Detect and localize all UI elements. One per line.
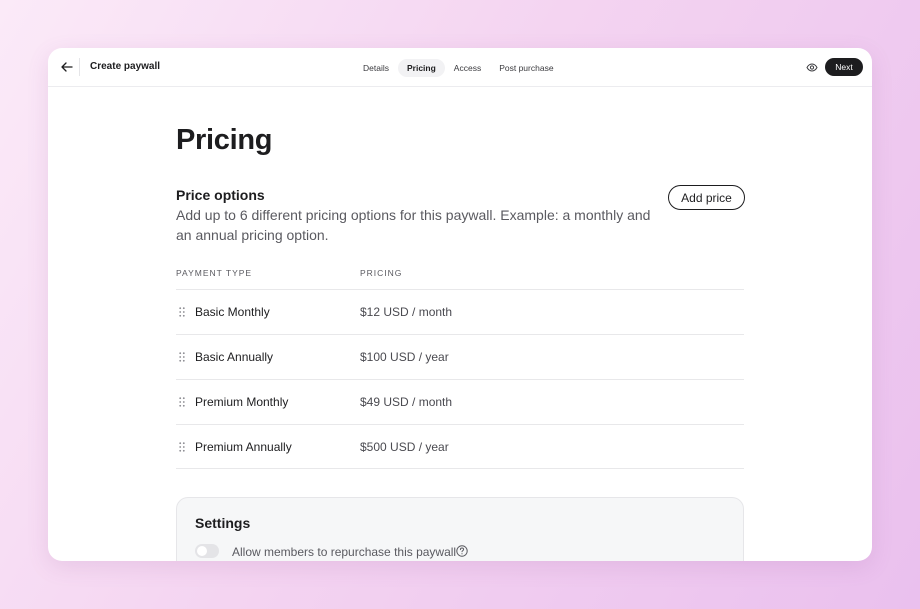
column-header-pricing: PRICING xyxy=(360,268,403,278)
payment-type: Premium Annually xyxy=(195,440,292,454)
price-options-description: Add up to 6 different pricing options fo… xyxy=(176,207,651,243)
table-row[interactable]: Basic Annually $100 USD / year xyxy=(176,334,744,379)
tab-post-purchase[interactable]: Post purchase xyxy=(490,59,562,77)
step-tabs: Details Pricing Access Post purchase xyxy=(354,58,563,77)
header-divider xyxy=(79,58,80,76)
table-row[interactable]: Premium Monthly $49 USD / month xyxy=(176,379,744,424)
price-options-title: Price options xyxy=(176,187,265,203)
tab-details[interactable]: Details xyxy=(354,59,398,77)
drag-handle-icon[interactable] xyxy=(179,442,185,452)
page-header-title: Create paywall xyxy=(90,61,161,72)
next-button[interactable]: Next xyxy=(825,58,863,76)
back-button[interactable] xyxy=(57,57,77,77)
add-price-button[interactable]: Add price xyxy=(668,185,745,210)
payment-type: Premium Monthly xyxy=(195,395,289,409)
arrow-left-icon xyxy=(61,62,73,72)
price-value: $49 USD / month xyxy=(360,395,453,409)
repurchase-toggle[interactable] xyxy=(195,544,219,558)
toggle-knob xyxy=(197,546,207,556)
preview-button[interactable] xyxy=(804,59,820,75)
eye-icon xyxy=(806,62,818,72)
tab-access[interactable]: Access xyxy=(445,59,490,77)
payment-type: Basic Monthly xyxy=(195,305,270,319)
help-icon[interactable] xyxy=(456,545,468,557)
drag-handle-icon[interactable] xyxy=(179,352,185,362)
column-header-payment-type: PAYMENT TYPE xyxy=(176,268,253,278)
tab-pricing[interactable]: Pricing xyxy=(397,58,445,77)
repurchase-label: Allow members to repurchase this paywall xyxy=(232,545,457,559)
paywall-window: Create paywall Details Pricing Access Po… xyxy=(48,48,872,561)
payment-type: Basic Annually xyxy=(195,350,274,364)
table-row[interactable]: Premium Annually $500 USD / year xyxy=(176,424,744,469)
settings-title: Settings xyxy=(195,515,251,531)
price-value: $100 USD / year xyxy=(360,350,449,364)
settings-card: Settings Allow members to repurchase thi… xyxy=(176,497,744,561)
top-bar: Create paywall Details Pricing Access Po… xyxy=(48,48,872,87)
drag-handle-icon[interactable] xyxy=(179,307,185,317)
table-row[interactable]: Basic Monthly $12 USD / month xyxy=(176,289,744,334)
price-value: $12 USD / month xyxy=(360,305,453,319)
drag-handle-icon[interactable] xyxy=(179,397,185,407)
price-value: $500 USD / year xyxy=(360,440,449,454)
page-title: Pricing xyxy=(176,124,273,156)
